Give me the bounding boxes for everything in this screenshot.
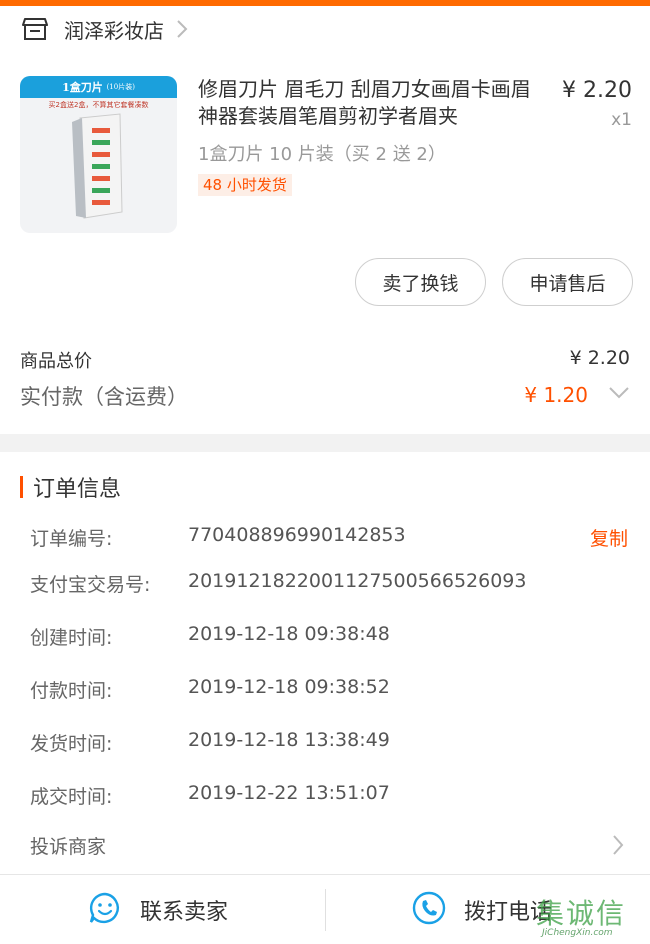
store-header[interactable]: 润泽彩妆店 bbox=[0, 6, 650, 52]
thumbnail-banner: 1盒刀片 (10片装) bbox=[20, 76, 177, 98]
after-sale-button[interactable]: 申请售后 bbox=[502, 258, 633, 306]
order-number-row: 订单编号: 770408896990142853 复制 bbox=[30, 524, 630, 554]
chevron-right-icon bbox=[612, 834, 624, 860]
complain-seller-label: 投诉商家 bbox=[30, 836, 107, 858]
total-price-value: ¥ 2.20 bbox=[569, 347, 630, 369]
watermark: 集诚信 JiChengXin.com bbox=[536, 888, 646, 942]
paid-amount-value: ¥ 1.20 bbox=[524, 383, 588, 407]
created-time-row: 创建时间: 2019-12-18 09:38:48 bbox=[30, 623, 630, 653]
info-label: 付款时间: bbox=[30, 680, 113, 702]
product-title[interactable]: 修眉刀片 眉毛刀 刮眉刀女画眉卡画眉神器套装眉笔眉剪初学者眉夹 bbox=[198, 76, 548, 130]
blade-box-image bbox=[72, 113, 123, 219]
chat-smile-icon bbox=[88, 891, 122, 929]
shipped-time-row: 发货时间: 2019-12-18 13:38:49 bbox=[30, 729, 630, 759]
store-name: 润泽彩妆店 bbox=[64, 18, 164, 43]
completed-time-value: 2019-12-22 13:51:07 bbox=[188, 782, 390, 804]
phone-icon bbox=[412, 891, 446, 929]
shipping-tag: 48 小时发货 bbox=[198, 174, 292, 196]
info-label: 创建时间: bbox=[30, 627, 113, 649]
sell-button[interactable]: 卖了换钱 bbox=[355, 258, 486, 306]
completed-time-row: 成交时间: 2019-12-22 13:51:07 bbox=[30, 782, 630, 812]
copy-button[interactable]: 复制 bbox=[590, 524, 628, 551]
info-label: 发货时间: bbox=[30, 733, 113, 755]
product-spec: 1盒刀片 10 片装（买 2 送 2） bbox=[198, 144, 446, 165]
total-price-label: 商品总价 bbox=[20, 351, 92, 372]
info-label: 成交时间: bbox=[30, 786, 113, 808]
product-quantity: x1 bbox=[611, 110, 632, 130]
paid-amount-row[interactable]: 实付款（含运费） ¥ 1.20 bbox=[20, 381, 630, 415]
info-label: 订单编号: bbox=[30, 528, 113, 550]
call-button[interactable]: 拨打电话 bbox=[412, 875, 552, 944]
contact-seller-label: 联系卖家 bbox=[140, 900, 229, 925]
heading-accent-bar bbox=[20, 476, 23, 498]
bottom-divider bbox=[325, 889, 326, 931]
order-number-value: 770408896990142853 bbox=[188, 524, 406, 546]
store-icon bbox=[22, 17, 48, 41]
product-item[interactable]: 1盒刀片 (10片装) 买2盒送2盒，不算其它套餐凑数 修眉刀片 眉毛刀 刮眉刀… bbox=[20, 76, 632, 236]
watermark-url: JiChengXin.com bbox=[542, 928, 613, 938]
order-info-heading: 订单信息 bbox=[20, 472, 121, 502]
created-time-value: 2019-12-18 09:38:48 bbox=[188, 623, 390, 645]
shipped-time-value: 2019-12-18 13:38:49 bbox=[188, 729, 390, 751]
section-divider bbox=[0, 434, 650, 452]
info-label: 支付宝交易号: bbox=[30, 574, 151, 596]
paid-time-row: 付款时间: 2019-12-18 09:38:52 bbox=[30, 676, 630, 706]
complain-seller-row[interactable]: 投诉商家 bbox=[30, 832, 630, 862]
chevron-down-icon[interactable] bbox=[608, 385, 630, 404]
paid-time-value: 2019-12-18 09:38:52 bbox=[188, 676, 390, 698]
order-info-title: 订单信息 bbox=[33, 477, 122, 502]
paid-amount-label: 实付款（含运费） bbox=[20, 385, 188, 409]
alipay-trade-value: 2019121822001127500566526093 bbox=[188, 570, 527, 592]
chevron-right-icon bbox=[176, 19, 188, 39]
product-price: ¥ 2.20 bbox=[562, 78, 632, 103]
product-thumbnail[interactable]: 1盒刀片 (10片装) 买2盒送2盒，不算其它套餐凑数 bbox=[20, 76, 177, 233]
thumbnail-subtitle: 买2盒送2盒，不算其它套餐凑数 bbox=[48, 101, 149, 109]
alipay-trade-row: 支付宝交易号: 2019121822001127500566526093 bbox=[30, 570, 630, 600]
total-price-row: 商品总价 ¥ 2.20 bbox=[20, 347, 630, 375]
contact-seller-button[interactable]: 联系卖家 bbox=[88, 875, 228, 944]
watermark-text: 集诚信 bbox=[536, 897, 627, 930]
